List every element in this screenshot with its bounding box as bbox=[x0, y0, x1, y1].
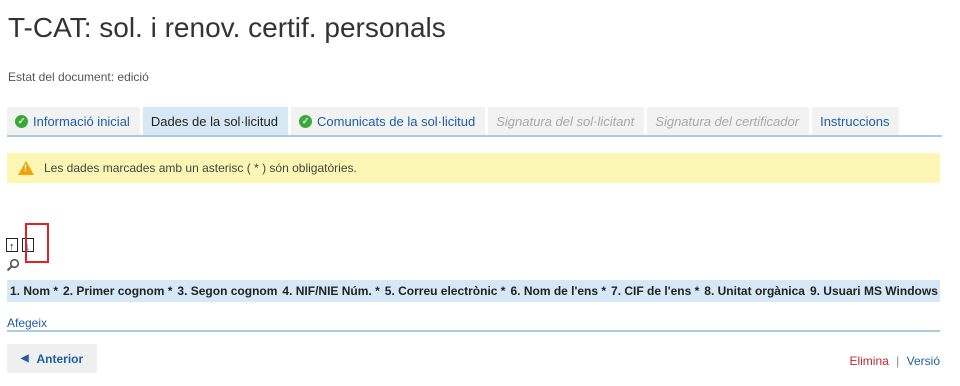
highlight-box bbox=[25, 223, 49, 263]
column-primer-cognom: 2. Primer cognom * bbox=[63, 284, 173, 298]
column-nif-nie: 4. NIF/NIE Núm. * bbox=[282, 284, 380, 298]
previous-button[interactable]: ◀ Anterior bbox=[7, 344, 97, 373]
tab-informacio-inicial[interactable]: ✓ Informació inicial bbox=[7, 107, 140, 135]
document-upload-icon[interactable]: ↑ bbox=[6, 238, 18, 253]
notice-text: Les dades marcades amb un asterisc ( * )… bbox=[44, 161, 357, 175]
divider bbox=[7, 330, 940, 332]
required-fields-notice: ! Les dades marcades amb un asterisc ( *… bbox=[7, 153, 940, 183]
check-icon: ✓ bbox=[15, 114, 28, 128]
tab-signatura-certificador: Signatura del certificador bbox=[647, 107, 810, 135]
version-link[interactable]: Versió bbox=[907, 354, 940, 368]
tab-signatura-sollicitant: Signatura del sol·licitant bbox=[488, 107, 645, 135]
table-header: 1. Nom * 2. Primer cognom * 3. Segon cog… bbox=[7, 280, 940, 302]
separator: | bbox=[896, 354, 900, 368]
add-row-link[interactable]: Afegeix bbox=[7, 316, 47, 330]
tab-label: Instruccions bbox=[820, 113, 890, 129]
column-segon-cognom: 3. Segon cognom bbox=[177, 284, 278, 298]
warning-icon: ! bbox=[18, 161, 34, 175]
delete-link[interactable]: Elimina bbox=[849, 354, 888, 368]
document-state: Estat del document: edició bbox=[8, 70, 149, 84]
page-title: T-CAT: sol. i renov. certif. personals bbox=[8, 12, 446, 43]
arrow-left-icon: ◀ bbox=[20, 353, 29, 364]
tab-comunicats[interactable]: ✓ Comunicats de la sol·licitud bbox=[291, 107, 486, 135]
footer-links: Elimina | Versió bbox=[849, 354, 940, 368]
tab-label: Dades de la sol·licitud bbox=[150, 113, 279, 129]
column-correu: 5. Correu electrònic * bbox=[384, 284, 506, 298]
step-tabs: ✓ Informació inicial Dades de la sol·lic… bbox=[7, 107, 942, 137]
check-icon: ✓ bbox=[299, 114, 313, 128]
tab-label: Informació inicial bbox=[33, 113, 130, 129]
column-nom-ens: 6. Nom de l'ens * bbox=[510, 284, 607, 298]
search-icon[interactable] bbox=[6, 258, 20, 272]
column-unitat-organica: 8. Unitat orgànica bbox=[704, 284, 805, 298]
tab-instruccions[interactable]: Instruccions bbox=[812, 107, 900, 135]
tab-dades-sollicitud[interactable]: Dades de la sol·licitud bbox=[142, 107, 289, 135]
column-nom: 1. Nom * bbox=[10, 284, 59, 298]
tab-label: Comunicats de la sol·licitud bbox=[317, 113, 476, 129]
tab-label: Signatura del sol·licitant bbox=[496, 113, 635, 129]
tab-label: Signatura del certificador bbox=[655, 113, 800, 129]
previous-label: Anterior bbox=[36, 351, 84, 366]
column-usuari-windows: 9. Usuari MS Windows bbox=[809, 284, 938, 298]
column-cif-ens: 7. CIF de l'ens * bbox=[611, 284, 700, 298]
